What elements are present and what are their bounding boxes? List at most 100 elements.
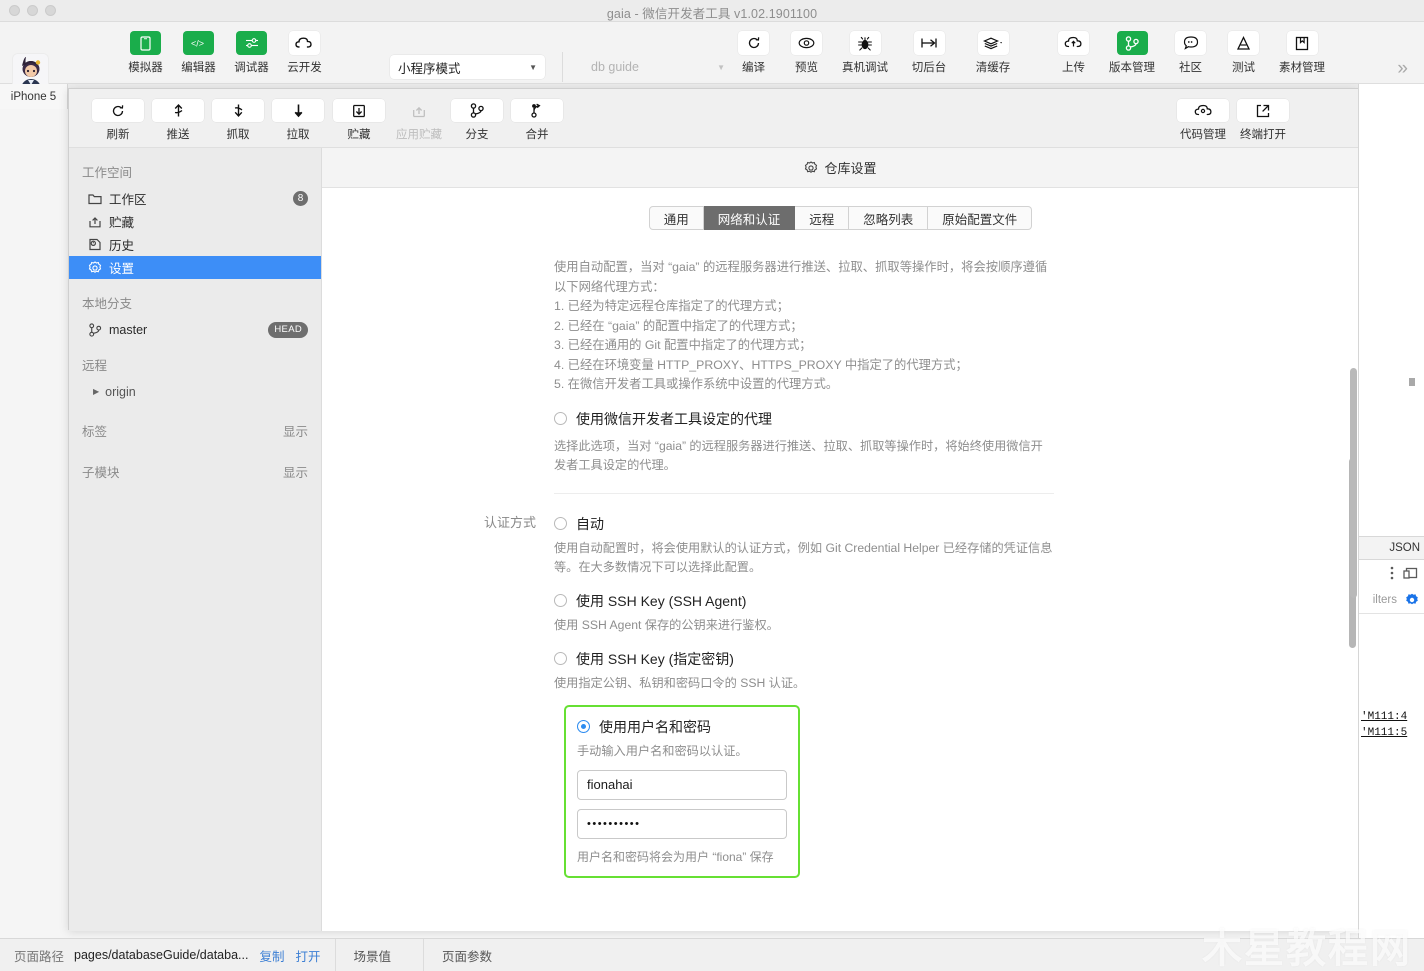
submodules-label: 子模块 (82, 466, 120, 480)
toolbar-button-clouddev[interactable]: 云开发 (284, 31, 325, 75)
auth-option-ssh-agent-radio[interactable] (554, 594, 567, 607)
devtools-tab-json[interactable]: JSON (1359, 536, 1424, 560)
auth-option-auto-radio[interactable] (554, 517, 567, 530)
code-icon: </> (183, 31, 214, 55)
toolbar-label: 模拟器 (128, 62, 163, 74)
device-tab-iphone5[interactable]: iPhone 5 (0, 84, 68, 109)
git-button-merge[interactable]: 合并 (511, 99, 563, 142)
toolbar-button-community[interactable]: 社区 (1170, 31, 1211, 75)
git-button-fetch[interactable]: 抓取 (212, 99, 264, 142)
app-root: gaia - 微信开发者工具 v1.02.1901100 模拟器 </> 编辑器… (0, 0, 1424, 971)
log-line[interactable]: 'M111:5 (1359, 725, 1424, 741)
git-button-branch[interactable]: 分支 (451, 99, 503, 142)
toolbar-button-realdevice-debug[interactable]: 真机调试 (839, 31, 891, 75)
gear-icon (88, 260, 109, 275)
git-toolbar-group-3: 分支 合并 (447, 99, 567, 142)
window-title: gaia - 微信开发者工具 v1.02.1901100 (606, 7, 818, 21)
git-button-push[interactable]: 推送 (152, 99, 204, 142)
git-button-code-management[interactable]: 代码管理 (1177, 99, 1229, 142)
proxy-option-row[interactable]: 使用微信开发者工具设定的代理 (554, 409, 1054, 429)
proxy-intro-paragraph: 使用自动配置，当对 “gaia” 的远程服务器进行推送、拉取、抓取等操作时，将会… (554, 260, 1048, 294)
credentials-save-note: 用户名和密码将会为用户 “fiona” 保存 (577, 849, 774, 864)
git-button-label: 拉取 (286, 129, 310, 141)
sidebar-item-origin[interactable]: ▶ origin (69, 380, 321, 403)
toolbar-button-preview[interactable]: 预览 (786, 31, 827, 75)
git-button-pull[interactable]: 拉取 (272, 99, 324, 142)
layers-icon (977, 31, 1009, 55)
toolbar-label: 编译 (742, 62, 765, 74)
window-titlebar: gaia - 微信开发者工具 v1.02.1901100 (0, 0, 1424, 22)
toolbar-button-version-management[interactable]: 版本管理 (1106, 31, 1158, 75)
dock-icon[interactable] (1403, 567, 1418, 580)
sidebar-item-history[interactable]: 历史 (69, 233, 321, 256)
tab-network-auth[interactable]: 网络和认证 (703, 206, 796, 230)
git-button-open-terminal[interactable]: 终端打开 (1237, 99, 1289, 142)
tags-show-link[interactable]: 显示 (283, 421, 308, 440)
proxy-option-radio[interactable] (554, 412, 567, 425)
gear-icon[interactable] (1405, 593, 1419, 607)
code-cloud-icon (1177, 99, 1229, 122)
git-button-label: 代码管理 (1180, 129, 1226, 141)
toolbar-button-compile[interactable]: 编译 (733, 31, 774, 75)
sidebar-item-stash[interactable]: 贮藏 (69, 210, 321, 233)
chevron-down-icon: ▼ (717, 62, 725, 72)
gear-icon (804, 160, 818, 175)
status-open-link[interactable]: 打开 (295, 946, 320, 965)
git-button-label: 抓取 (226, 129, 250, 141)
toolbar-button-background[interactable]: 切后台 (903, 31, 955, 75)
password-input[interactable]: •••••••••• (577, 808, 787, 839)
git-button-refresh[interactable]: 刷新 (92, 99, 144, 142)
sidebar-item-settings[interactable]: 设置 (69, 256, 321, 279)
auth-option-auto[interactable]: 自动 (554, 514, 1054, 534)
git-button-label: 终端打开 (1240, 129, 1286, 141)
toolbar-label: 上传 (1062, 62, 1085, 74)
toolbar-button-clearcache[interactable]: 清缓存 (967, 31, 1019, 75)
sliders-icon (236, 31, 267, 55)
sidebar-item-workspace[interactable]: 工作区 8 (69, 187, 321, 210)
tab-remote[interactable]: 远程 (795, 206, 850, 230)
git-button-label: 分支 (465, 129, 489, 141)
branch-icon (451, 99, 503, 122)
username-input[interactable]: fionahai (577, 769, 787, 800)
toolbar-button-debugger[interactable]: 调试器 (231, 31, 272, 75)
sidebar-item-branch-master[interactable]: master HEAD (69, 318, 321, 341)
tab-general[interactable]: 通用 (648, 206, 704, 230)
tab-ignore-list[interactable]: 忽略列表 (849, 206, 929, 230)
devtools-strip: JSON ilters 'M111:4 'M111:5 (1358, 84, 1424, 942)
submodules-show-link[interactable]: 显示 (283, 462, 308, 481)
auth-option-ssh-key-radio[interactable] (554, 652, 567, 665)
toolbar-label: 编辑器 (181, 62, 216, 74)
git-toolbar-group-2: 贮藏 应用贮藏 (329, 99, 449, 142)
git-button-stash[interactable]: 贮藏 (333, 99, 385, 142)
toolbar-button-assets[interactable]: 素材管理 (1276, 31, 1328, 75)
auth-option-ssh-agent[interactable]: 使用 SSH Key (SSH Agent) (554, 591, 1054, 611)
status-params-cell[interactable]: 页面参数 (424, 946, 510, 965)
status-copy-link[interactable]: 复制 (259, 946, 284, 965)
auth-option-ssh-key-desc: 使用指定公钥、私钥和密码口令的 SSH 认证。 (554, 675, 806, 690)
proxy-intro-item-5: 5. 在微信开发者工具或操作系统中设置的代理方式。 (554, 377, 839, 391)
tab-raw-config[interactable]: 原始配置文件 (928, 206, 1033, 230)
devtools-filters-row: ilters (1359, 586, 1424, 614)
toolbar-button-simulator[interactable]: 模拟器 (125, 31, 166, 75)
status-scene-cell[interactable]: 场景值 (336, 946, 410, 965)
auth-option-credentials[interactable]: 使用用户名和密码 (577, 717, 787, 737)
devtools-scrollbar-thumb[interactable] (1350, 368, 1357, 598)
log-line[interactable]: 'M111:4 (1359, 709, 1424, 725)
guide-select[interactable]: db guide ▼ (583, 55, 733, 79)
folder-icon (88, 193, 109, 205)
triangle-right-icon: ▶ (93, 387, 100, 396)
toolbar-button-editor[interactable]: </> 编辑器 (178, 31, 219, 75)
toolbar-button-test[interactable]: 测试 (1223, 31, 1264, 75)
mode-select[interactable]: 小程序模式 ▼ (390, 55, 545, 79)
merge-icon (511, 99, 563, 122)
auth-option-ssh-key[interactable]: 使用 SSH Key (指定密钥) (554, 649, 1054, 669)
head-badge: HEAD (268, 321, 308, 338)
chevron-double-right-icon[interactable]: » (1397, 58, 1408, 80)
auth-option-credentials-radio[interactable] (577, 720, 590, 733)
toolbar-button-upload[interactable]: 上传 (1053, 31, 1094, 75)
toolbar-label: 素材管理 (1279, 62, 1325, 74)
devtools-log-list: 'M111:4 'M111:5 (1359, 709, 1424, 741)
sidebar-section-local-branch: 本地分支 (82, 297, 133, 311)
devtools-toolbar-row (1359, 560, 1424, 586)
more-vertical-icon[interactable] (1390, 565, 1394, 581)
